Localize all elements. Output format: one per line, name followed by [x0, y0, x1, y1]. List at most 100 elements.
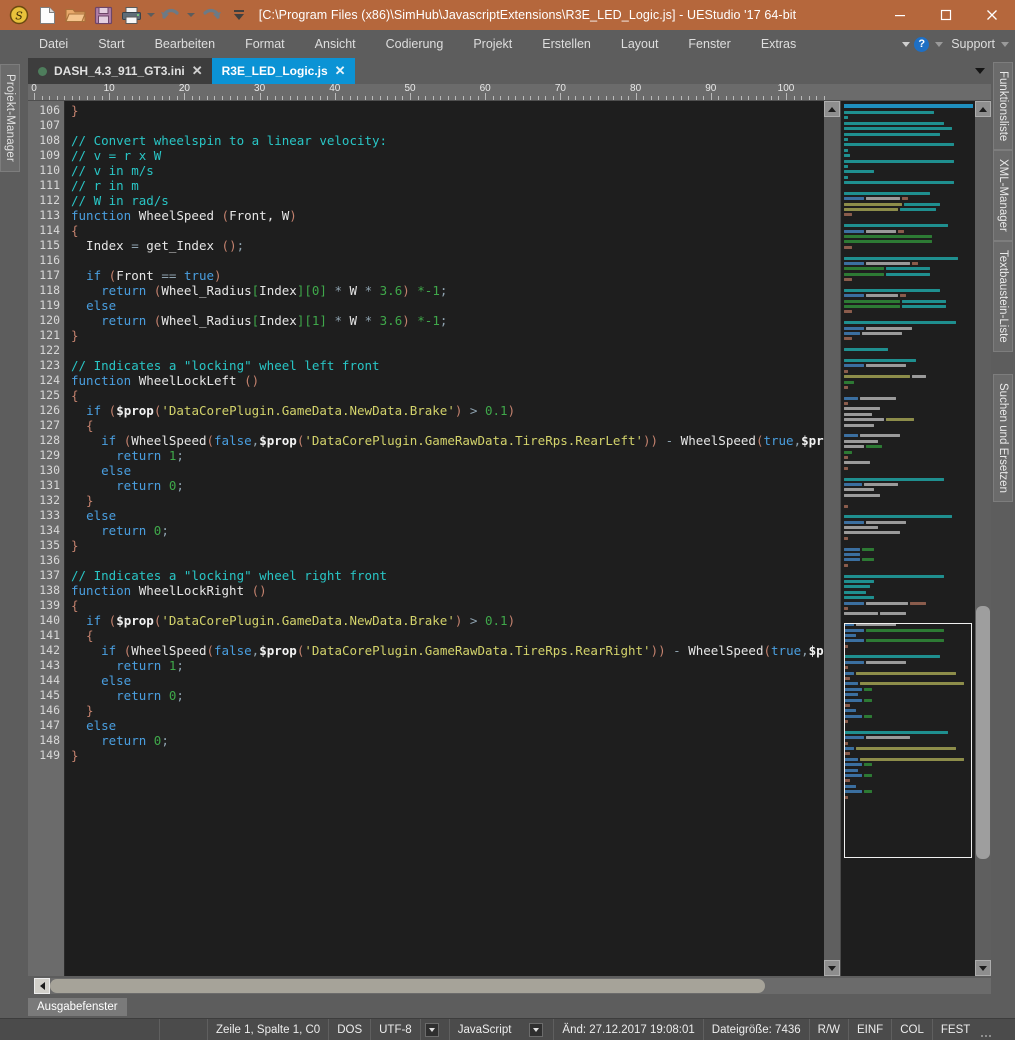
menu-overflow-caret-icon[interactable]: [902, 41, 911, 47]
new-file-icon[interactable]: [33, 2, 61, 28]
minimap-scroll-up-icon[interactable]: [975, 101, 991, 117]
print-dropdown-caret-icon[interactable]: [145, 2, 157, 28]
status-column-mode[interactable]: COL: [892, 1019, 933, 1040]
sidebar-item-suchen-und-ersetzen[interactable]: Suchen und Ersetzen: [993, 373, 1013, 502]
tab-close-icon[interactable]: ✕: [335, 63, 346, 79]
menu-item-ansicht[interactable]: Ansicht: [300, 33, 371, 55]
line-number: 147: [39, 718, 60, 732]
ruler-tick: [733, 96, 735, 100]
status-language[interactable]: JavaScript: [450, 1019, 526, 1040]
ruler-tick: [206, 96, 208, 100]
undo-dropdown-caret-icon[interactable]: [185, 2, 197, 28]
ruler-tick: [643, 96, 645, 100]
code-text[interactable]: } // Convert wheelspin to a linear veloc…: [64, 101, 824, 976]
sidebar-item-xml-manager[interactable]: XML-Manager: [993, 150, 1013, 242]
menu-item-erstellen[interactable]: Erstellen: [527, 33, 606, 55]
code-pane[interactable]: 106 107 108 109 110 111 112 113 114 115 116 117 118 1…: [28, 101, 824, 976]
menu-item-fenster[interactable]: Fenster: [673, 33, 745, 55]
status-language-dropdown[interactable]: [525, 1019, 555, 1040]
minimap-vertical-scrollbar[interactable]: [975, 101, 991, 976]
code-vertical-scrollbar[interactable]: [824, 101, 840, 976]
menu-item-start[interactable]: Start: [83, 33, 139, 55]
status-cursor-position[interactable]: Zeile 1, Spalte 1, C0: [208, 1019, 330, 1040]
minimap-line: [844, 164, 973, 169]
minimap-line: [844, 579, 973, 584]
right-dock: Funktionsliste XML-Manager Textbaustein-…: [991, 58, 1015, 996]
chevron-down-icon[interactable]: [529, 1022, 544, 1037]
code-horizontal-scrollbar[interactable]: [28, 976, 991, 996]
minimap-line: [844, 321, 973, 325]
ruler-tick: [394, 96, 396, 100]
sidebar-item-funktionsliste[interactable]: Funktionsliste: [993, 62, 1013, 151]
menu-item-codierung[interactable]: Codierung: [371, 33, 459, 55]
ruler-tick: [620, 96, 622, 100]
ruler-tick: [79, 96, 81, 100]
menu-item-bearbeiten[interactable]: Bearbeiten: [140, 33, 230, 55]
resize-grip-icon[interactable]: [978, 1019, 994, 1040]
sidebar-item-projekt-manager[interactable]: Projekt-Manager: [0, 64, 20, 173]
menu-item-layout[interactable]: Layout: [606, 33, 674, 55]
ruler-tick: [49, 96, 51, 100]
scroll-left-icon[interactable]: [34, 978, 50, 994]
status-insert-mode[interactable]: EINF: [849, 1019, 893, 1040]
tab-ausgabefenster[interactable]: Ausgabefenster: [28, 998, 127, 1016]
minimap-line: [844, 482, 973, 487]
maximize-button[interactable]: [923, 0, 969, 30]
ruler-tick: [703, 96, 705, 100]
menu-item-projekt[interactable]: Projekt: [458, 33, 527, 55]
ruler-tick: [816, 96, 818, 100]
scroll-up-icon[interactable]: [824, 101, 840, 117]
menu-item-format[interactable]: Format: [230, 33, 300, 55]
minimap-line: [844, 558, 973, 562]
menu-item-datei[interactable]: Datei: [24, 33, 83, 55]
minimap-line: [844, 154, 973, 158]
ruler-tick: [432, 96, 434, 100]
tab-r3e-led-logic-js[interactable]: R3E_LED_Logic.js ✕: [211, 58, 355, 84]
help-dropdown-caret-icon[interactable]: [935, 41, 944, 47]
sidebar-item-textbaustein-liste[interactable]: Textbaustein-Liste: [993, 241, 1013, 352]
status-access-mode[interactable]: R/W: [810, 1019, 850, 1040]
toolbar-overflow-icon[interactable]: [225, 2, 253, 28]
ruler-tick: [552, 96, 554, 100]
line-number: 124: [39, 373, 60, 387]
scroll-track[interactable]: [824, 117, 840, 960]
minimap-scroll-track[interactable]: [975, 117, 991, 960]
save-icon[interactable]: [89, 2, 117, 28]
tab-list-caret-icon[interactable]: [969, 58, 991, 84]
chevron-down-icon[interactable]: [424, 1022, 439, 1037]
undo-icon[interactable]: [157, 2, 185, 28]
line-number: 106: [39, 103, 60, 117]
support-menu[interactable]: Support: [951, 37, 995, 51]
status-line-ending[interactable]: DOS: [329, 1019, 372, 1040]
ruler-tick: [131, 96, 133, 100]
line-number: 121: [39, 328, 60, 342]
support-dropdown-caret-icon[interactable]: [1001, 41, 1009, 47]
ruler-tick: [289, 96, 291, 100]
print-icon[interactable]: [117, 2, 145, 28]
minimize-button[interactable]: [877, 0, 923, 30]
line-number: 116: [39, 253, 60, 267]
status-encoding[interactable]: UTF-8: [371, 1019, 421, 1040]
minimap-line: [844, 213, 973, 217]
minimap-line: [844, 456, 973, 460]
hscroll-track[interactable]: [50, 978, 991, 994]
status-encoding-dropdown[interactable]: [421, 1019, 450, 1040]
minimap-line: [844, 369, 973, 374]
help-icon[interactable]: ?: [914, 36, 930, 52]
ruler-tick: [605, 96, 607, 100]
minimap-scroll-down-icon[interactable]: [975, 960, 991, 976]
open-folder-icon[interactable]: [61, 2, 89, 28]
redo-icon[interactable]: [197, 2, 225, 28]
tab-close-icon[interactable]: ✕: [192, 63, 203, 79]
tab-dash-ini[interactable]: DASH_4.3_911_GT3.ini ✕: [28, 58, 212, 84]
code-minimap[interactable]: [840, 101, 975, 976]
menu-item-extras[interactable]: Extras: [746, 33, 811, 55]
minimap-line: [844, 251, 973, 255]
scroll-down-icon[interactable]: [824, 960, 840, 976]
status-caps-lock[interactable]: FEST: [933, 1019, 978, 1040]
close-button[interactable]: [969, 0, 1015, 30]
code-line: {: [71, 628, 94, 643]
minimap-line: [844, 747, 973, 751]
ruler-tick: [364, 96, 366, 100]
ruler-tick: [695, 96, 697, 100]
